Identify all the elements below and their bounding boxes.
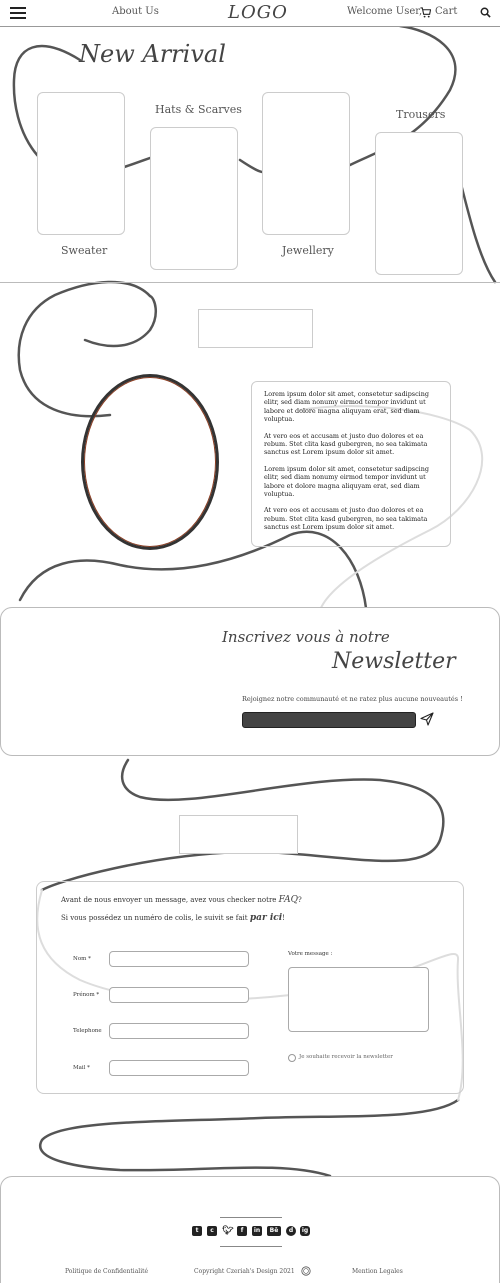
telephone-label: Telephone bbox=[73, 1028, 102, 1034]
prenom-field[interactable] bbox=[109, 987, 249, 1003]
dribbble-icon[interactable]: d bbox=[286, 1226, 296, 1236]
faq-link[interactable]: FAQ bbox=[279, 895, 298, 905]
category-label-trousers[interactable]: Trousers bbox=[396, 108, 445, 121]
legal-mentions-link[interactable]: Mention Legales bbox=[352, 1268, 403, 1275]
category-card-jewellery[interactable] bbox=[262, 92, 350, 235]
category-card-trousers[interactable] bbox=[375, 132, 463, 275]
hamburger-menu-icon[interactable] bbox=[10, 7, 26, 19]
new-arrival-section: New Arrival Sweater Hats & Scarves Jewel… bbox=[0, 26, 500, 283]
tracking-text: Si vous possédez un numéro de colis, le … bbox=[61, 914, 248, 922]
newsletter-opt-in-radio[interactable] bbox=[288, 1054, 296, 1062]
nom-label: Nom * bbox=[73, 956, 91, 962]
faq-line: Avant de nous envoyer un message, avez v… bbox=[61, 895, 302, 905]
newsletter-opt-in-label: Je souhaite recevoir la newsletter bbox=[299, 1054, 393, 1060]
newsletter-section: Inscrivez vous à notre Newsletter Rejoig… bbox=[0, 607, 500, 756]
category-card-hats-scarves[interactable] bbox=[150, 127, 238, 270]
newsletter-subtitle: Rejoignez notre communauté et ne ratez p… bbox=[242, 695, 463, 703]
nom-field[interactable] bbox=[109, 951, 249, 967]
send-icon[interactable] bbox=[420, 712, 434, 726]
instagram-icon[interactable]: ig bbox=[300, 1226, 310, 1236]
top-navbar: About Us LOGO Welcome User, Cart bbox=[0, 0, 500, 27]
faq-text: Avant de nous envoyer un message, avez v… bbox=[61, 896, 277, 904]
about-us-link[interactable]: About Us bbox=[112, 6, 159, 17]
logo[interactable]: LOGO bbox=[228, 2, 288, 23]
footer-divider-top bbox=[220, 1217, 282, 1218]
oval-frame-image bbox=[81, 374, 219, 550]
twitch-icon[interactable]: c bbox=[207, 1226, 217, 1236]
tumblr-icon[interactable]: t bbox=[192, 1226, 202, 1236]
linkedin-icon[interactable]: in bbox=[252, 1226, 262, 1236]
tracking-link[interactable]: par ici bbox=[250, 913, 282, 923]
newsletter-email-input[interactable] bbox=[242, 712, 416, 728]
newsletter-title-line2: Newsletter bbox=[332, 649, 456, 674]
newsletter-title-line1: Inscrivez vous à notre bbox=[222, 628, 390, 646]
contact-form: Avant de nous envoyer un message, avez v… bbox=[36, 881, 464, 1094]
article-text-box: Lorem ipsum dolor sit amet, consetetur s… bbox=[251, 381, 451, 547]
category-label-hats-scarves[interactable]: Hats & Scarves bbox=[155, 103, 242, 116]
copyright-text: Copyright Czeriah's Design 2021 bbox=[194, 1268, 295, 1275]
behance-icon[interactable]: Bē bbox=[267, 1226, 281, 1236]
cart-icon[interactable] bbox=[420, 7, 431, 18]
mail-label: Mail * bbox=[73, 1065, 90, 1071]
footer: t c 🐦︎ f in Bē d ig Politique de Confide… bbox=[0, 1176, 500, 1283]
article-paragraph: Lorem ipsum dolor sit amet, consetetur s… bbox=[264, 390, 429, 424]
category-card-sweater[interactable] bbox=[37, 92, 125, 235]
welcome-user-text: Welcome User, bbox=[347, 6, 423, 17]
mail-field[interactable] bbox=[109, 1060, 249, 1076]
category-label-jewellery[interactable]: Jewellery bbox=[282, 244, 334, 257]
article-paragraph: At vero eos et accusam et justo duo dolo… bbox=[264, 431, 428, 457]
article-paragraph: At vero eos et accusam et justo duo dolo… bbox=[264, 506, 428, 532]
twitter-icon[interactable]: 🐦︎ bbox=[222, 1226, 233, 1236]
new-arrival-title: New Arrival bbox=[79, 40, 226, 68]
prenom-label: Prénom * bbox=[73, 992, 100, 998]
privacy-policy-link[interactable]: Politique de Confidentialité bbox=[65, 1268, 148, 1275]
tracking-line: Si vous possédez un numéro de colis, le … bbox=[61, 913, 285, 923]
copyright-icon bbox=[301, 1266, 311, 1276]
message-textarea[interactable] bbox=[288, 967, 429, 1032]
search-icon[interactable] bbox=[480, 7, 491, 18]
telephone-field[interactable] bbox=[109, 1023, 249, 1039]
message-label: Votre message : bbox=[288, 951, 333, 957]
image-placeholder-2 bbox=[179, 815, 298, 854]
footer-divider-bottom bbox=[220, 1246, 282, 1247]
image-placeholder bbox=[198, 309, 313, 348]
cart-link[interactable]: Cart bbox=[435, 6, 457, 17]
tracking-suffix: ! bbox=[282, 914, 285, 922]
article-paragraph: Lorem ipsum dolor sit amet, consetetur s… bbox=[264, 464, 429, 499]
faq-suffix: ? bbox=[298, 896, 302, 904]
category-label-sweater[interactable]: Sweater bbox=[61, 244, 107, 257]
facebook-icon[interactable]: f bbox=[237, 1226, 247, 1236]
